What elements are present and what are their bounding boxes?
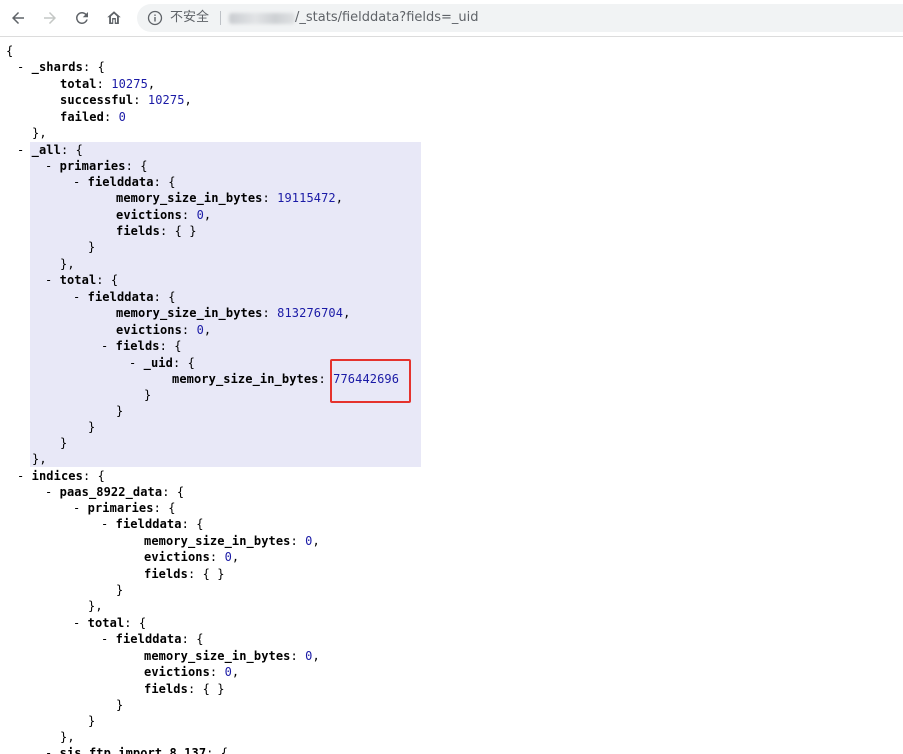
redacted-host [229, 13, 295, 24]
json-shards-successful: successful: 10275, [60, 93, 192, 107]
collapse-toggle[interactable]: - [101, 339, 108, 353]
collapse-toggle[interactable]: - [17, 60, 24, 74]
json-all-primaries-fields: fields: { } [116, 224, 197, 238]
json-next-index-node: - sis_ftp_import_8_137: { [45, 745, 228, 754]
collapse-toggle[interactable]: - [129, 356, 136, 370]
json-index-total-evictions: evictions: 0, [144, 665, 240, 679]
home-button[interactable] [102, 6, 126, 30]
json-close: } [88, 714, 96, 728]
json-close: }, [88, 599, 103, 613]
json-close: } [144, 388, 152, 402]
json-all-primaries-memory: memory_size_in_bytes: 19115472, [116, 191, 344, 205]
json-index-node: - paas_8922_data: { [45, 485, 185, 499]
security-label[interactable]: 不安全 [170, 9, 209, 27]
json-close: }, [60, 730, 75, 744]
collapse-toggle[interactable]: - [45, 273, 52, 287]
home-icon [107, 11, 121, 24]
json-all-primaries-evictions: evictions: 0, [116, 208, 212, 222]
json-all-primaries: - primaries: { [45, 159, 148, 173]
collapse-toggle[interactable]: - [45, 159, 52, 173]
json-all-total: - total: { [45, 273, 119, 287]
url-path[interactable]: /_stats/fielddata?fields=_uid [295, 9, 479, 27]
arrow-left-icon [12, 12, 24, 24]
json-index-total-fields: fields: { } [144, 682, 225, 696]
json-close: }, [60, 257, 75, 271]
collapse-toggle[interactable]: - [73, 501, 80, 515]
json-viewer: { - _shards: { total: 10275, successful:… [0, 37, 903, 754]
json-all-total-fielddata: - fielddata: { [73, 290, 176, 304]
reload-icon [75, 11, 88, 24]
collapse-toggle[interactable]: - [101, 517, 108, 531]
json-close: } [116, 583, 124, 597]
json-close: } [116, 404, 124, 418]
json-node-all: - _all: { [17, 143, 83, 157]
json-index-primaries-memory: memory_size_in_bytes: 0, [144, 534, 320, 548]
json-index-total: - total: { [73, 616, 147, 630]
back-button[interactable] [6, 6, 30, 30]
collapse-toggle[interactable]: - [45, 485, 52, 499]
json-index-primaries: - primaries: { [73, 501, 176, 515]
collapse-toggle[interactable]: - [17, 469, 24, 483]
collapse-toggle[interactable]: - [45, 746, 52, 754]
json-node-shards: - _shards: { [17, 60, 105, 74]
forward-button[interactable] [38, 6, 62, 30]
collapse-toggle[interactable]: - [73, 616, 80, 630]
json-index-total-fielddata: - fielddata: { [101, 632, 204, 646]
info-icon[interactable] [147, 10, 163, 26]
annotation-highlight-box [330, 359, 411, 403]
json-node-indices: - indices: { [17, 469, 105, 483]
json-index-primaries-fields: fields: { } [144, 567, 225, 581]
json-index-total-memory: memory_size_in_bytes: 0, [144, 649, 320, 663]
json-shards-failed: failed: 0 [60, 110, 126, 124]
json-root-open: { [6, 44, 14, 58]
collapse-toggle[interactable]: - [101, 632, 108, 646]
collapse-toggle[interactable]: - [73, 175, 80, 189]
collapse-toggle[interactable]: - [73, 290, 80, 304]
json-all-total-evictions: evictions: 0, [116, 323, 212, 337]
json-close: } [116, 698, 124, 712]
json-close: } [60, 436, 68, 450]
address-bar[interactable]: 不安全 /_stats/fielddata?fields=_uid [137, 4, 903, 32]
json-shards-close: }, [32, 126, 47, 140]
json-all-total-fields: - fields: { [101, 339, 182, 353]
url-divider [220, 11, 221, 25]
json-all-total-uid: - _uid: { [129, 356, 195, 370]
arrow-right-icon [44, 12, 56, 24]
json-index-primaries-evictions: evictions: 0, [144, 550, 240, 564]
reload-button[interactable] [70, 6, 94, 30]
json-close: } [88, 240, 96, 254]
json-shards-total: total: 10275, [60, 77, 156, 91]
browser-toolbar: 不安全 /_stats/fielddata?fields=_uid [0, 0, 903, 37]
json-close: }, [32, 452, 47, 466]
collapse-toggle[interactable]: - [17, 143, 24, 157]
json-all-total-memory: memory_size_in_bytes: 813276704, [116, 306, 351, 320]
json-all-primaries-fielddata: - fielddata: { [73, 175, 176, 189]
json-close: } [88, 420, 96, 434]
json-index-primaries-fielddata: - fielddata: { [101, 517, 204, 531]
